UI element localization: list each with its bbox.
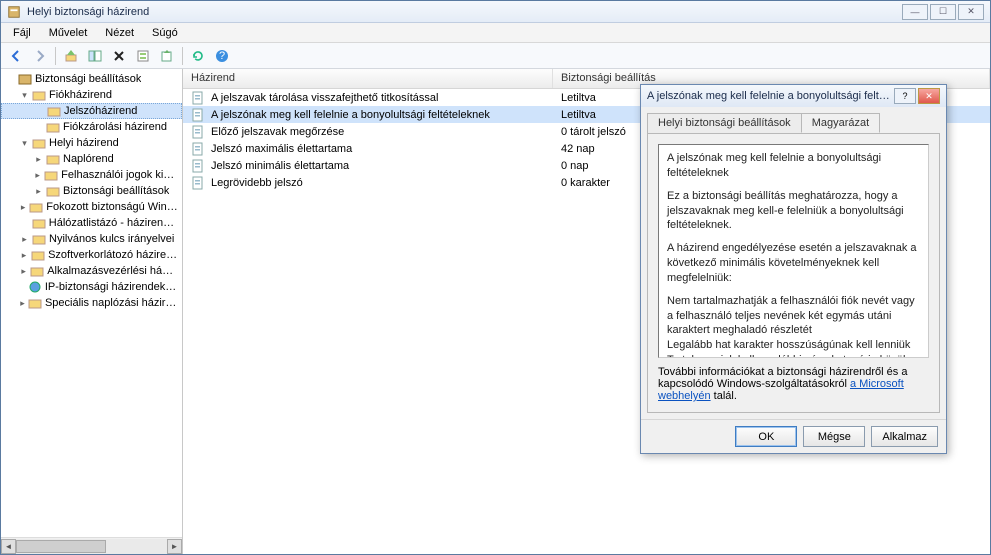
collapse-icon[interactable]: ▾ xyxy=(19,138,30,149)
policy-name: Jelszó maximális élettartama xyxy=(211,143,352,155)
properties-dialog: A jelszónak meg kell felelnie a bonyolul… xyxy=(640,84,947,454)
tree-user-rights[interactable]: ▸Felhasználói jogok kiosztása xyxy=(1,167,182,183)
more-info: További információkat a biztonsági házir… xyxy=(658,366,929,402)
policy-name: A jelszónak meg kell felelnie a bonyolul… xyxy=(211,109,490,121)
dialog-actions: OK Mégse Alkalmaz xyxy=(641,419,946,453)
show-hide-tree-button[interactable] xyxy=(84,45,106,67)
expand-icon[interactable]: ▸ xyxy=(33,186,44,197)
ok-button[interactable]: OK xyxy=(735,426,797,447)
expand-icon[interactable]: ▸ xyxy=(19,266,28,277)
window-title: Helyi biztonsági házirend xyxy=(27,6,902,18)
titlebar: Helyi biztonsági házirend — ☐ ✕ xyxy=(1,1,990,23)
properties-button[interactable] xyxy=(132,45,154,67)
policy-icon xyxy=(191,125,205,139)
tree-local-policies[interactable]: ▾Helyi házirend xyxy=(1,135,182,151)
policy-value: 42 nap xyxy=(561,143,595,155)
tree-password-policy[interactable]: Jelszóházirend xyxy=(1,103,182,119)
policy-name: Legrövidebb jelszó xyxy=(211,177,303,189)
policy-icon xyxy=(191,91,205,105)
explanation-paragraph: A házirend engedélyezése esetén a jelsza… xyxy=(667,241,920,286)
close-button[interactable]: ✕ xyxy=(958,4,984,20)
column-policy[interactable]: Házirend xyxy=(183,69,553,88)
menu-action[interactable]: Művelet xyxy=(41,25,96,41)
explanation-paragraph: Ez a biztonsági beállítás meghatározza, … xyxy=(667,189,920,234)
expand-icon[interactable]: ▸ xyxy=(33,154,44,165)
menubar: Fájl Művelet Nézet Súgó xyxy=(1,23,990,43)
tab-explanation[interactable]: Magyarázat xyxy=(801,113,880,133)
app-icon xyxy=(7,5,21,19)
expand-icon[interactable]: ▸ xyxy=(19,298,26,309)
policy-value: 0 tárolt jelszó xyxy=(561,126,626,138)
policy-value: 0 karakter xyxy=(561,177,610,189)
expand-icon[interactable]: ▸ xyxy=(33,170,42,181)
policy-name: A jelszavak tárolása visszafejthető titk… xyxy=(211,92,438,104)
dialog-titlebar: A jelszónak meg kell felelnie a bonyolul… xyxy=(641,85,946,107)
policy-value: 0 nap xyxy=(561,160,589,172)
expand-icon[interactable]: ▸ xyxy=(19,250,29,261)
explanation-heading: A jelszónak meg kell felelnie a bonyolul… xyxy=(667,151,920,181)
policy-icon xyxy=(191,176,205,190)
tree-lockout-policy[interactable]: Fiókzárolási házirend xyxy=(1,119,182,135)
dialog-close-button[interactable]: ✕ xyxy=(918,88,940,104)
menu-file[interactable]: Fájl xyxy=(5,25,39,41)
policy-icon xyxy=(191,159,205,173)
scroll-left-button[interactable]: ◄ xyxy=(1,539,16,554)
tree-app-control[interactable]: ▸Alkalmazásvezérlési házirendek xyxy=(1,263,182,279)
tree-pane: Biztonsági beállítások ▾Fiókházirend Jel… xyxy=(1,69,183,554)
scrollbar-thumb[interactable] xyxy=(16,540,106,553)
scrollbar-track[interactable] xyxy=(16,539,167,554)
expand-icon[interactable]: ▸ xyxy=(19,234,30,245)
menu-help[interactable]: Súgó xyxy=(144,25,186,41)
policy-value: Letiltva xyxy=(561,109,596,121)
tree-security-options[interactable]: ▸Biztonsági beállítások xyxy=(1,183,182,199)
delete-button[interactable] xyxy=(108,45,130,67)
tree-advanced-audit[interactable]: ▸Speciális naplózási házirend konfigurác… xyxy=(1,295,182,311)
dialog-title: A jelszónak meg kell felelnie a bonyolul… xyxy=(647,90,894,102)
collapse-icon[interactable]: ▾ xyxy=(19,90,30,101)
tree-software-restriction[interactable]: ▸Szoftverkorlátozó házirendek xyxy=(1,247,182,263)
refresh-button[interactable] xyxy=(187,45,209,67)
nav-forward-button[interactable] xyxy=(29,45,51,67)
policy-name: Jelszó minimális élettartama xyxy=(211,160,349,172)
scroll-right-button[interactable]: ► xyxy=(167,539,182,554)
export-button[interactable] xyxy=(156,45,178,67)
tree-windows-firewall[interactable]: ▸Fokozott biztonságú Windows tűzfal xyxy=(1,199,182,215)
tree-root[interactable]: Biztonsági beállítások xyxy=(1,71,182,87)
toolbar-separator xyxy=(55,47,56,65)
maximize-button[interactable]: ☐ xyxy=(930,4,956,20)
nav-tree[interactable]: Biztonsági beállítások ▾Fiókházirend Jel… xyxy=(1,69,182,537)
cancel-button[interactable]: Mégse xyxy=(803,426,865,447)
menu-view[interactable]: Nézet xyxy=(97,25,142,41)
toolbar-separator xyxy=(182,47,183,65)
dialog-tabs: Helyi biztonsági beállítások Magyarázat xyxy=(641,107,946,133)
nav-back-button[interactable] xyxy=(5,45,27,67)
expand-icon[interactable]: ▸ xyxy=(19,202,27,213)
tree-horizontal-scrollbar[interactable]: ◄ ► xyxy=(1,537,182,554)
tree-network-list[interactable]: Hálózatlistázó - házirendek xyxy=(1,215,182,231)
explanation-list: Nem tartalmazhatják a felhasználói fiók … xyxy=(667,294,920,358)
help-button[interactable]: ? xyxy=(211,45,233,67)
apply-button[interactable]: Alkalmaz xyxy=(871,426,938,447)
minimize-button[interactable]: — xyxy=(902,4,928,20)
tree-account-policies[interactable]: ▾Fiókházirend xyxy=(1,87,182,103)
tree-public-key[interactable]: ▸Nyilvános kulcs irányelvei xyxy=(1,231,182,247)
explanation-text[interactable]: A jelszónak meg kell felelnie a bonyolul… xyxy=(658,144,929,358)
up-button[interactable] xyxy=(60,45,82,67)
tab-local-settings[interactable]: Helyi biztonsági beállítások xyxy=(647,113,802,133)
policy-icon xyxy=(191,142,205,156)
tab-panel-explanation: A jelszónak meg kell felelnie a bonyolul… xyxy=(647,133,940,413)
svg-text:?: ? xyxy=(219,50,225,62)
policy-icon xyxy=(191,108,205,122)
dialog-help-button[interactable]: ? xyxy=(894,88,916,104)
policy-value: Letiltva xyxy=(561,92,596,104)
tree-ipsec[interactable]: IP-biztonsági házirendek - Helyi számító… xyxy=(1,279,182,295)
toolbar: ? xyxy=(1,43,990,69)
tree-audit-policy[interactable]: ▸Naplórend xyxy=(1,151,182,167)
policy-name: Előző jelszavak megőrzése xyxy=(211,126,344,138)
